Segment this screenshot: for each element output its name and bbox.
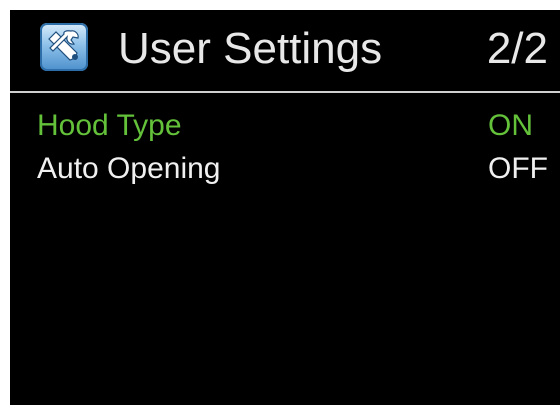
setting-row-auto-opening[interactable]: Auto Opening OFF bbox=[10, 149, 560, 192]
auto-opening-label: Auto Opening bbox=[37, 152, 221, 185]
hood-type-label: Hood Type bbox=[37, 109, 182, 142]
tools-icon bbox=[40, 23, 88, 71]
settings-header: User Settings 2/2 bbox=[10, 10, 560, 91]
settings-list: Hood Type ON Auto Opening OFF bbox=[10, 106, 560, 192]
hood-type-value: ON bbox=[488, 109, 533, 142]
auto-opening-value: OFF bbox=[488, 152, 548, 185]
setting-row-hood-type[interactable]: Hood Type ON bbox=[10, 106, 560, 149]
header-divider bbox=[10, 91, 560, 93]
page-indicator: 2/2 bbox=[486, 24, 548, 73]
page-title: User Settings bbox=[118, 24, 383, 73]
device-screen: User Settings 2/2 Hood Type ON Auto Open… bbox=[10, 10, 560, 405]
